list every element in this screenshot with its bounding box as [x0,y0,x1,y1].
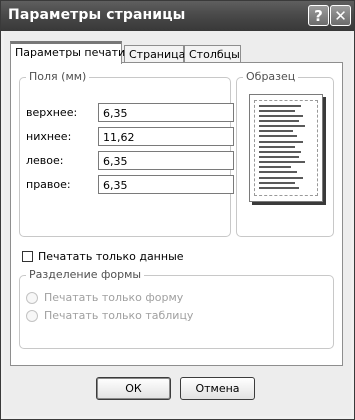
sample-group: Образец [236,70,334,237]
preview-text-line [259,146,295,148]
dialog-body: Параметры печати Страница Столбцы Поля (… [4,31,351,416]
page-preview-image [249,94,323,202]
top-margin-label: верхнее: [26,106,78,119]
page-setup-dialog: Параметры страницы ? ✕ Параметры печати … [0,0,355,420]
dialog-title: Параметры страницы [8,7,186,23]
preview-text-line [259,110,295,112]
right-margin-label: правое: [26,178,71,191]
help-button[interactable]: ? [308,5,329,26]
left-margin-label: левое: [26,154,64,167]
tab-print-settings[interactable]: Параметры печати [10,41,125,64]
margins-group: Поля (мм) верхнее: 6,35 нихнее: 11,62 ле… [19,70,234,237]
preview-text-line [259,135,297,137]
ok-button[interactable]: ОК [96,377,171,400]
close-button[interactable]: ✕ [330,5,351,26]
bottom-margin-label: нихнее: [26,130,72,143]
page-preview-margins [254,100,318,196]
preview-text-line [259,105,301,107]
tab-panel-print-settings: Поля (мм) верхнее: 6,35 нихнее: 11,62 ле… [10,62,343,366]
tab-columns[interactable]: Столбцы [184,45,241,63]
preview-text-line [259,125,305,127]
form-split-group: Разделение формы Печатать только форму П… [19,268,334,349]
top-margin-input[interactable]: 6,35 [98,103,234,122]
bottom-margin-input[interactable]: 11,62 [98,127,234,146]
tab-page[interactable]: Страница [124,45,185,63]
preview-text-line [259,177,303,179]
preview-text-line [259,161,305,163]
margins-legend: Поля (мм) [26,70,90,83]
preview-text-line [259,130,293,132]
preview-text-line [259,182,295,184]
left-margin-input[interactable]: 6,35 [98,151,234,170]
preview-text-line [259,171,297,173]
form-split-legend: Разделение формы [26,268,145,281]
preview-text-line [259,141,303,143]
print-data-only-checkbox[interactable] [22,251,33,262]
cancel-button[interactable]: Отмена [180,377,255,400]
print-form-only-label[interactable]: Печатать только форму [44,291,183,304]
print-data-only-label[interactable]: Печатать только данные [38,250,184,263]
right-margin-input[interactable]: 6,35 [98,175,234,194]
preview-text-line [259,120,299,122]
title-bar[interactable]: Параметры страницы ? ✕ [1,1,354,31]
preview-text-line [259,115,303,117]
print-table-only-radio[interactable] [26,310,38,322]
preview-text-line [259,187,299,189]
preview-text-line [259,156,299,158]
print-table-only-label[interactable]: Печатать только таблицу [44,309,193,322]
preview-text-line [259,151,301,153]
sample-legend: Образец [243,70,299,83]
preview-text-line [259,166,291,168]
print-form-only-radio[interactable] [26,292,38,304]
